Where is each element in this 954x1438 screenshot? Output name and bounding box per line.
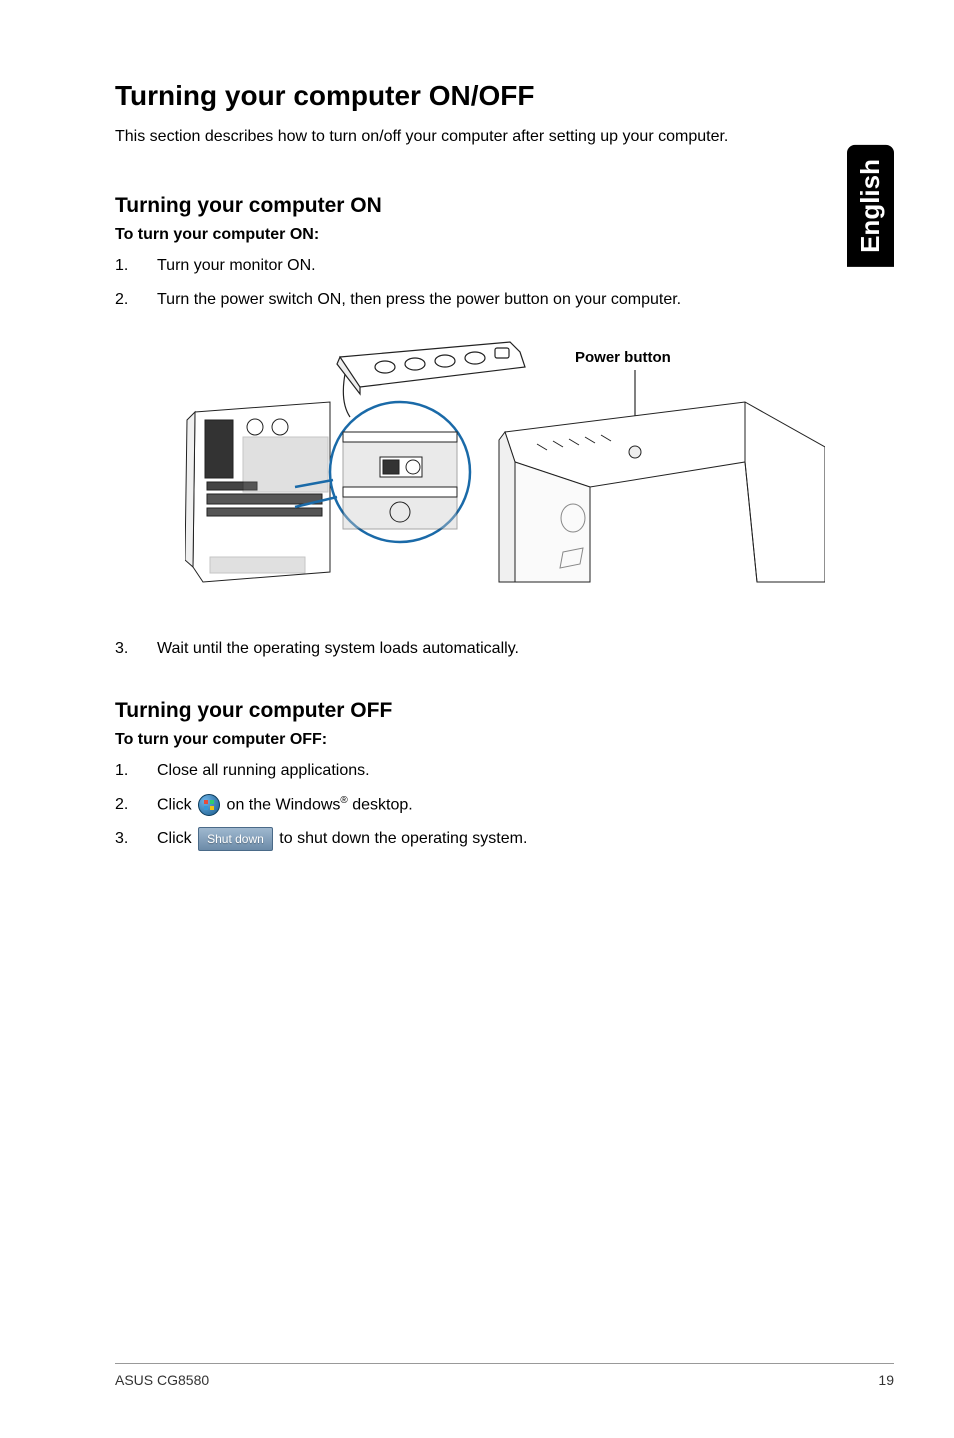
section-off-heading: Turning your computer OFF [115,699,894,723]
language-tab: English [847,145,894,267]
section-on-subheading: To turn your computer ON: [115,226,894,244]
power-button-label: Power button [575,349,671,366]
on-step-3: 3. Wait until the operating system loads… [115,637,894,661]
off-step-3: 3. Click Shut down to shut down the oper… [115,827,894,851]
windows-start-icon [198,794,220,816]
page-footer: ASUS CG8580 19 [115,1363,894,1388]
power-diagram: Power button [115,332,894,597]
step-number: 1. [115,759,157,783]
step-text: Close all running applications. [157,759,894,783]
on-step-2: 2. Turn the power switch ON, then press … [115,288,894,312]
step-text: Click on the Windows® desktop. [157,793,894,817]
step-text: Click Shut down to shut down the operati… [157,827,894,851]
footer-model: ASUS CG8580 [115,1372,209,1388]
step-number: 3. [115,827,157,851]
shutdown-button-icon: Shut down [198,827,273,851]
step-text: Turn your monitor ON. [157,254,894,278]
step-number: 3. [115,637,157,661]
footer-page-number: 19 [878,1372,894,1388]
step-text: Wait until the operating system loads au… [157,637,894,661]
step-number: 2. [115,793,157,817]
intro-text: This section describes how to turn on/of… [115,128,894,146]
step-text: Turn the power switch ON, then press the… [157,288,894,312]
section-off-subheading: To turn your computer OFF: [115,731,894,749]
off-step-1: 1. Close all running applications. [115,759,894,783]
on-step-1: 1. Turn your monitor ON. [115,254,894,278]
off-step-2: 2. Click on the Windows® desktop. [115,793,894,817]
section-on-heading: Turning your computer ON [115,194,894,218]
page-title: Turning your computer ON/OFF [115,80,894,112]
step-number: 2. [115,288,157,312]
step-number: 1. [115,254,157,278]
